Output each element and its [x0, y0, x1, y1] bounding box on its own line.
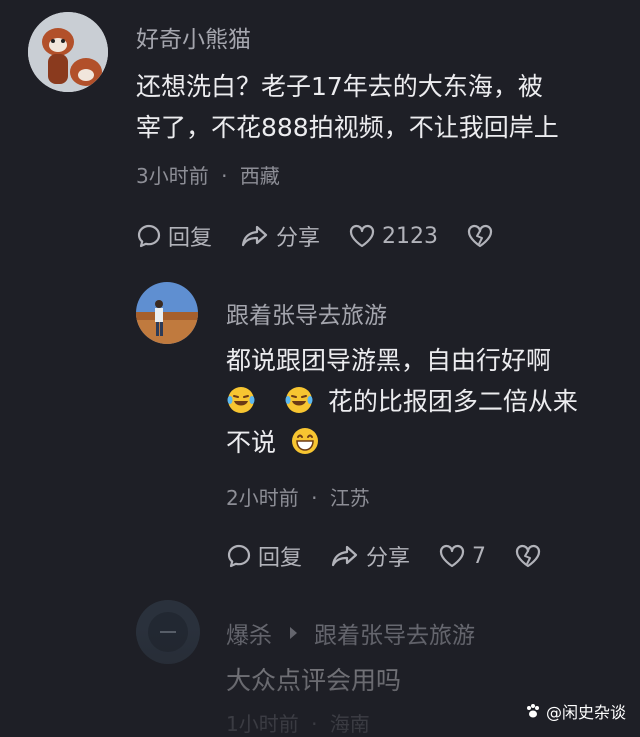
share-icon [331, 545, 358, 567]
like-button[interactable]: 7 [438, 543, 486, 569]
share-label: 分享 [366, 546, 411, 571]
comment-username[interactable]: 爆杀 [226, 616, 272, 650]
meta-separator: · [311, 712, 318, 736]
comment-text-line: 宰了，不花888拍视频，不让我回岸上 [136, 113, 559, 142]
comment-text-line: 还想洗白？老子17年去的大东海，被 [136, 72, 543, 101]
like-count: 7 [472, 543, 487, 569]
comment-text-line: 都说跟团导游黑，自由行好啊 [226, 346, 552, 375]
avatar[interactable] [28, 12, 108, 92]
reply-icon [137, 224, 161, 248]
comment-meta: 1小时前 · 海南 [226, 708, 370, 737]
laughing-crying-emoji-icon [285, 387, 313, 413]
red-panda-avatar-image [28, 12, 108, 92]
watermark: @闲史杂谈 [524, 699, 626, 723]
reply-to-username[interactable]: 跟着张导去旅游 [314, 616, 475, 650]
share-label: 分享 [276, 226, 321, 251]
like-button[interactable]: 2123 [348, 223, 438, 249]
reply-label: 回复 [168, 226, 213, 251]
broken-heart-icon [467, 224, 493, 248]
comment-text: 大众点评会用吗 [226, 666, 402, 695]
meta-separator: · [221, 164, 228, 188]
comment-text-fragment: 花的比报团多二倍从来 [327, 387, 578, 416]
comment-meta: 3小时前 · 西藏 [136, 160, 280, 189]
comment-username[interactable]: 跟着张导去旅游 [226, 296, 387, 330]
comment-time: 3小时前 [136, 164, 209, 188]
comment-text: 还想洗白？老子17年去的大东海，被 宰了，不花888拍视频，不让我回岸上 [136, 66, 559, 148]
reply-button[interactable]: 回复 [136, 220, 212, 252]
broken-heart-icon [515, 544, 541, 568]
reply-button[interactable]: 回复 [226, 540, 302, 572]
comment-text-line: 不说 [226, 422, 578, 463]
comment-time: 1小时前 [226, 712, 299, 736]
traveler-avatar-image [136, 282, 198, 344]
heart-icon [439, 544, 465, 568]
comment-meta: 2小时前 · 江苏 [226, 482, 370, 511]
share-button[interactable]: 分享 [240, 220, 320, 252]
reply-label: 回复 [258, 546, 303, 571]
comment-location: 江苏 [329, 486, 370, 510]
default-avatar-image [136, 600, 200, 664]
like-count: 2123 [382, 223, 439, 249]
dislike-button[interactable] [466, 223, 500, 249]
heart-icon [349, 224, 375, 248]
comment-text-line: 花的比报团多二倍从来 [226, 381, 578, 422]
share-icon [241, 225, 268, 247]
reply-header: 爆杀 跟着张导去旅游 [226, 616, 475, 650]
watermark-text: @闲史杂谈 [545, 703, 626, 722]
grinning-emoji-icon [291, 428, 318, 454]
dislike-button[interactable] [514, 543, 548, 569]
laughing-crying-emoji-icon [227, 387, 255, 413]
paw-icon [526, 704, 539, 718]
comment-text: 都说跟团导游黑，自由行好啊 花的比报团多二倍从来 不说 [226, 340, 578, 463]
caret-right-icon [290, 627, 297, 639]
reply-icon [227, 544, 251, 568]
comment-actions: 回复 分享 7 [226, 540, 576, 572]
meta-separator: · [311, 486, 318, 510]
comment-location: 海南 [329, 712, 370, 736]
comment-time: 2小时前 [226, 486, 299, 510]
avatar[interactable] [136, 600, 200, 664]
comment-location: 西藏 [239, 164, 280, 188]
comment-actions: 回复 分享 2123 [136, 220, 528, 252]
comment-username[interactable]: 好奇小熊猫 [136, 20, 251, 54]
comment-text-fragment: 不说 [226, 428, 277, 457]
share-button[interactable]: 分享 [330, 540, 410, 572]
avatar[interactable] [136, 282, 198, 344]
